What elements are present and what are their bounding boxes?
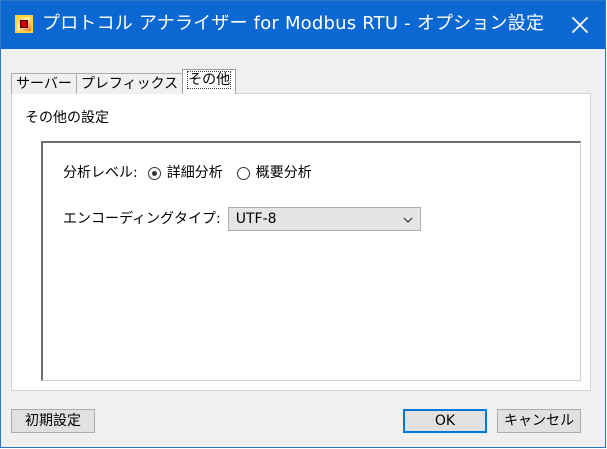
tab-other-label: その他 xyxy=(187,71,232,89)
analysis-level-row: 分析レベル: 詳細分析 概要分析 xyxy=(63,164,312,182)
close-icon xyxy=(571,16,589,34)
tab-prefix-label: プレフィックス xyxy=(80,76,179,92)
encoding-type-value: UTF-8 xyxy=(235,211,277,227)
radio-selected-icon xyxy=(147,166,161,180)
encoding-type-row: エンコーディングタイプ: UTF-8 xyxy=(63,207,421,231)
group-title: その他の設定 xyxy=(25,109,113,127)
detailed-analysis-radio[interactable]: 詳細分析 xyxy=(147,164,223,182)
tab-prefix[interactable]: プレフィックス xyxy=(75,73,184,94)
tab-bar: サーバー プレフィックス その他 xyxy=(11,64,237,94)
cancel-button[interactable]: キャンセル xyxy=(497,409,581,433)
detailed-analysis-label: 詳細分析 xyxy=(166,165,223,181)
radio-unselected-icon xyxy=(236,166,250,180)
tab-server[interactable]: サーバー xyxy=(11,73,77,94)
title-bar[interactable]: プロトコル アナライザー for Modbus RTU - オプション設定 xyxy=(1,1,605,49)
initial-settings-button[interactable]: 初期設定 xyxy=(11,409,95,433)
analysis-level-label: 分析レベル: xyxy=(63,165,138,181)
summary-analysis-radio[interactable]: 概要分析 xyxy=(236,164,312,182)
options-dialog: プロトコル アナライザー for Modbus RTU - オプション設定 サー… xyxy=(0,0,606,448)
ok-button[interactable]: OK xyxy=(403,409,487,433)
encoding-type-select[interactable]: UTF-8 xyxy=(227,207,421,231)
encoding-type-label: エンコーディングタイプ: xyxy=(63,211,221,227)
application-icon xyxy=(15,15,33,33)
tab-other[interactable]: その他 xyxy=(182,69,237,94)
tab-server-label: サーバー xyxy=(16,76,72,92)
window-title: プロトコル アナライザー for Modbus RTU - オプション設定 xyxy=(42,13,545,34)
chevron-down-icon xyxy=(403,217,413,223)
summary-analysis-label: 概要分析 xyxy=(255,165,312,181)
close-button[interactable] xyxy=(563,8,597,42)
